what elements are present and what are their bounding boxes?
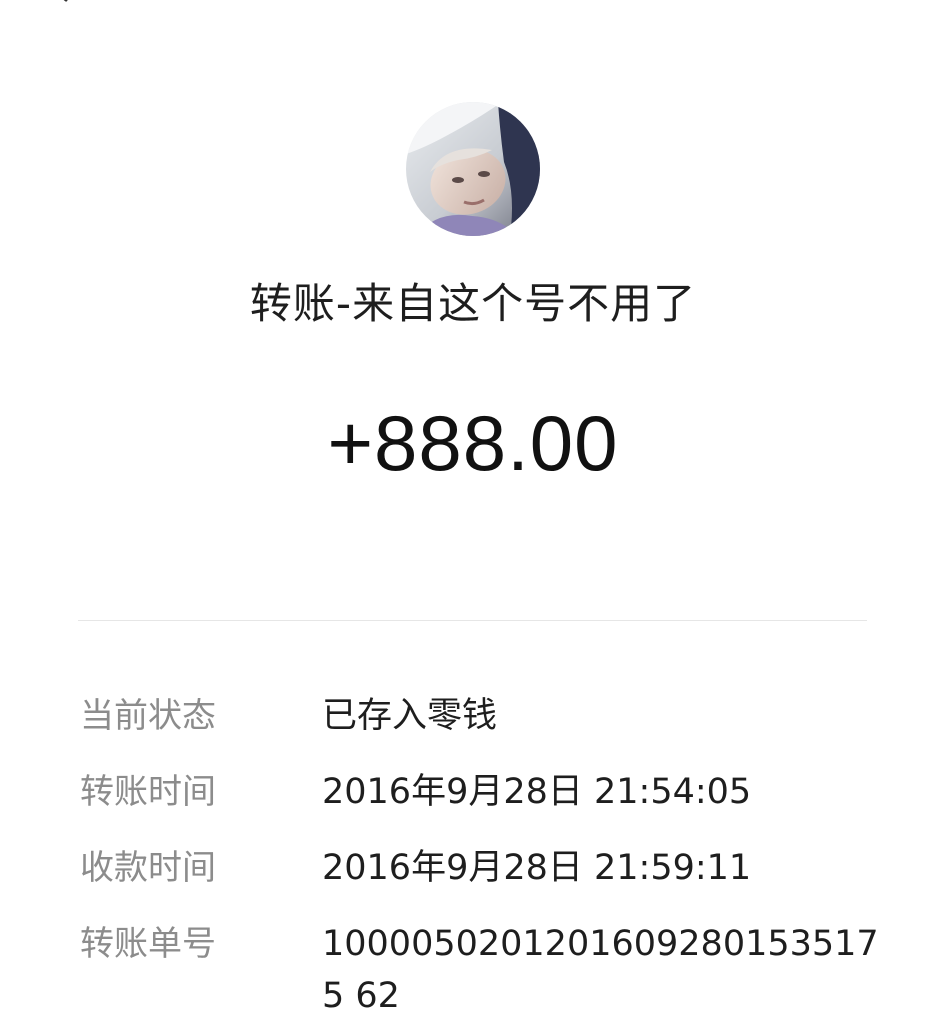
receive-time-label: 收款时间 xyxy=(80,848,216,888)
sender-avatar[interactable] xyxy=(406,102,540,236)
transfer-number-label: 转账单号 xyxy=(80,924,216,964)
transfer-number-value[interactable]: 10000502012016092801535175 62 xyxy=(322,918,882,1022)
transfer-title: 转账-来自这个号不用了 xyxy=(249,279,697,328)
status-label: 当前状态 xyxy=(80,696,216,736)
status-value: 已存入零钱 xyxy=(322,696,498,736)
transfer-time-value: 2016年9月28日 21:54:05 xyxy=(322,772,752,812)
divider xyxy=(78,620,867,621)
transfer-amount: +888.00 xyxy=(327,399,619,487)
receive-time-value: 2016年9月28日 21:59:11 xyxy=(322,848,752,888)
transfer-time-label: 转账时间 xyxy=(80,772,216,812)
cropped-header-fragment xyxy=(48,0,108,4)
